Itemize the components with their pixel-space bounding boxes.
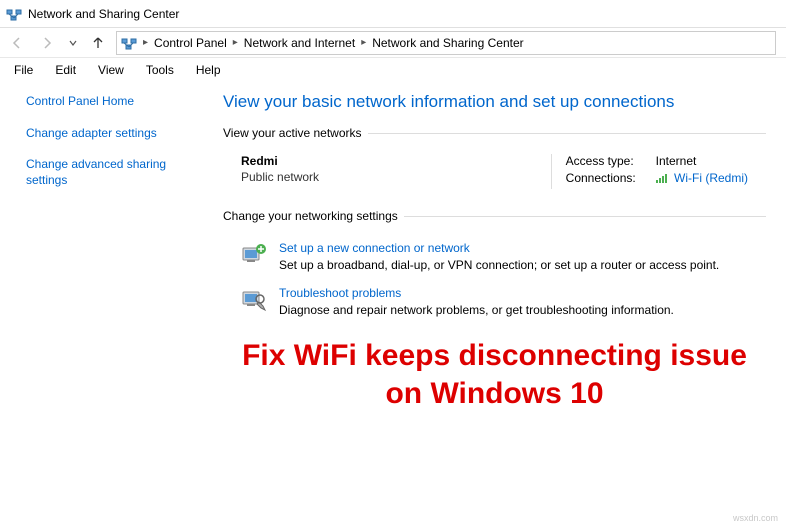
arrow-right-icon bbox=[39, 35, 55, 51]
network-details: Access type: Internet Connections: Wi-Fi… bbox=[566, 154, 748, 189]
navbar: ▸ Control Panel ▸ Network and Internet ▸… bbox=[0, 28, 786, 58]
caption-banner: Fix WiFi keeps disconnecting issue on Wi… bbox=[223, 337, 766, 412]
breadcrumb[interactable]: ▸ Control Panel ▸ Network and Internet ▸… bbox=[116, 31, 776, 55]
chevron-right-icon[interactable]: ▸ bbox=[231, 37, 240, 48]
menubar: File Edit View Tools Help bbox=[0, 58, 786, 82]
arrow-up-icon bbox=[90, 35, 106, 51]
menu-help[interactable]: Help bbox=[186, 61, 231, 79]
menu-file[interactable]: File bbox=[4, 61, 43, 79]
troubleshoot-desc: Diagnose and repair network problems, or… bbox=[279, 303, 674, 317]
menu-view[interactable]: View bbox=[88, 61, 134, 79]
up-button[interactable] bbox=[86, 31, 110, 55]
sidebar-home-link[interactable]: Control Panel Home bbox=[26, 94, 203, 110]
network-center-icon bbox=[6, 6, 22, 22]
access-type-label: Access type: bbox=[566, 154, 656, 168]
chevron-down-icon bbox=[68, 38, 78, 48]
divider bbox=[368, 133, 766, 134]
window-title: Network and Sharing Center bbox=[28, 7, 179, 21]
troubleshoot-item: Troubleshoot problems Diagnose and repai… bbox=[223, 282, 766, 327]
chevron-right-icon[interactable]: ▸ bbox=[141, 37, 150, 48]
setup-connection-desc: Set up a broadband, dial-up, or VPN conn… bbox=[279, 258, 719, 272]
change-settings-header: Change your networking settings bbox=[223, 209, 766, 223]
vertical-divider bbox=[551, 154, 552, 189]
network-center-icon bbox=[121, 35, 137, 51]
network-name: Redmi bbox=[241, 154, 537, 168]
connections-label: Connections: bbox=[566, 171, 656, 186]
menu-tools[interactable]: Tools bbox=[136, 61, 184, 79]
chevron-right-icon[interactable]: ▸ bbox=[359, 37, 368, 48]
active-network-row: Redmi Public network Access type: Intern… bbox=[223, 154, 766, 209]
connection-link[interactable]: Wi-Fi (Redmi) bbox=[674, 171, 748, 185]
network-type: Public network bbox=[241, 170, 537, 184]
back-button bbox=[4, 31, 30, 55]
main-panel: View your basic network information and … bbox=[215, 82, 786, 529]
forward-button bbox=[34, 31, 60, 55]
sidebar: Control Panel Home Change adapter settin… bbox=[0, 82, 215, 529]
history-dropdown-button[interactable] bbox=[64, 31, 82, 55]
menu-edit[interactable]: Edit bbox=[45, 61, 86, 79]
access-type-value: Internet bbox=[656, 154, 697, 168]
arrow-left-icon bbox=[9, 35, 25, 51]
watermark: wsxdn.com bbox=[733, 513, 778, 523]
troubleshoot-icon bbox=[241, 286, 269, 314]
setup-connection-link[interactable]: Set up a new connection or network bbox=[279, 241, 719, 255]
active-networks-label: View your active networks bbox=[223, 126, 362, 140]
troubleshoot-link[interactable]: Troubleshoot problems bbox=[279, 286, 674, 300]
breadcrumb-network-sharing[interactable]: Network and Sharing Center bbox=[368, 36, 527, 50]
active-networks-header: View your active networks bbox=[223, 126, 766, 140]
change-settings-label: Change your networking settings bbox=[223, 209, 398, 223]
breadcrumb-control-panel[interactable]: Control Panel bbox=[150, 36, 231, 50]
content-area: Control Panel Home Change adapter settin… bbox=[0, 82, 786, 529]
network-identity: Redmi Public network bbox=[241, 154, 537, 189]
sidebar-advanced-link[interactable]: Change advanced sharing settings bbox=[26, 157, 203, 188]
page-heading: View your basic network information and … bbox=[223, 92, 766, 112]
wifi-signal-icon bbox=[656, 172, 668, 186]
divider bbox=[404, 216, 766, 217]
titlebar: Network and Sharing Center bbox=[0, 0, 786, 28]
sidebar-adapter-link[interactable]: Change adapter settings bbox=[26, 126, 203, 142]
breadcrumb-network-internet[interactable]: Network and Internet bbox=[240, 36, 359, 50]
setup-connection-item: Set up a new connection or network Set u… bbox=[223, 237, 766, 282]
setup-connection-icon bbox=[241, 241, 269, 269]
